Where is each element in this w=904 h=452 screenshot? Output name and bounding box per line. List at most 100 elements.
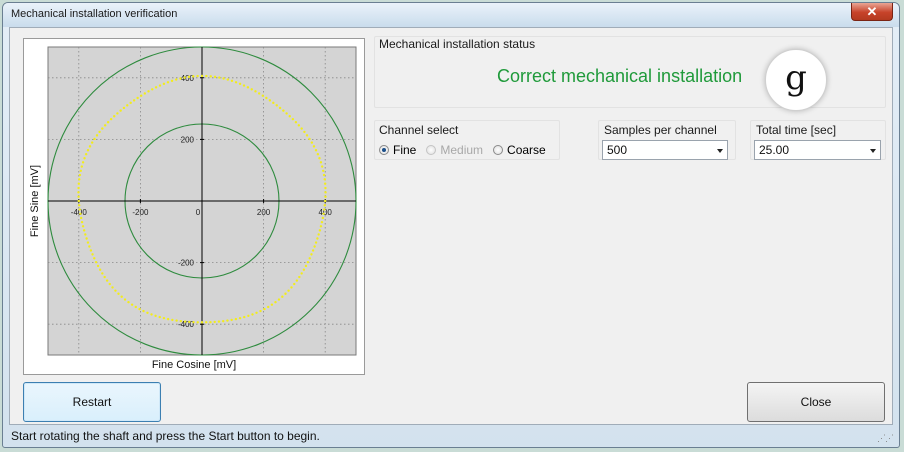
data-point (209, 320, 212, 324)
data-point (294, 121, 298, 124)
data-point (120, 295, 123, 298)
data-point (290, 286, 293, 289)
data-point (310, 253, 313, 256)
data-point (255, 311, 258, 314)
radio-fine-indicator[interactable] (379, 145, 389, 155)
data-point (243, 315, 246, 319)
data-point (230, 79, 234, 83)
window-close-icon[interactable]: ✕ (851, 3, 893, 21)
radio-medium: Medium (426, 143, 483, 157)
data-point (234, 81, 238, 84)
x-axis-title: Fine Cosine [mV] (152, 359, 236, 371)
data-point (257, 92, 261, 95)
total-time-value: 25.00 (759, 143, 790, 157)
data-point (136, 96, 139, 100)
data-point (213, 320, 216, 324)
data-point (314, 149, 318, 152)
data-point (317, 233, 320, 236)
data-point (98, 268, 102, 271)
data-point (174, 78, 178, 81)
data-point (272, 101, 275, 105)
data-point (277, 298, 281, 301)
data-point (297, 124, 301, 127)
data-point (281, 295, 284, 298)
data-point (205, 74, 208, 78)
data-point (81, 161, 85, 164)
data-point (77, 199, 80, 203)
data-point (213, 75, 217, 79)
status-bar: Start rotating the shaft and press the S… (11, 429, 320, 443)
data-point (96, 264, 100, 268)
data-point (88, 145, 92, 148)
data-point (278, 106, 282, 110)
data-point (323, 182, 327, 185)
data-point (324, 195, 327, 198)
data-point (306, 260, 310, 264)
data-point (166, 317, 170, 321)
data-point (111, 286, 114, 289)
restart-button[interactable]: Restart (23, 382, 161, 422)
data-point (200, 74, 204, 78)
data-point (313, 245, 316, 248)
data-point (218, 76, 221, 79)
data-point (129, 101, 132, 105)
data-point (324, 199, 327, 203)
data-point (293, 282, 296, 286)
data-point (324, 186, 327, 190)
data-point (234, 317, 238, 321)
data-point (246, 86, 250, 89)
data-point (122, 106, 126, 110)
data-point (200, 321, 204, 324)
data-point (187, 75, 191, 79)
data-point (77, 191, 80, 194)
radio-coarse[interactable]: Coarse (493, 143, 546, 157)
data-point (300, 127, 303, 130)
data-point (320, 220, 324, 224)
title-bar[interactable]: Mechanical installation verification ✕ (3, 3, 899, 27)
data-point (261, 94, 264, 97)
radio-fine[interactable]: Fine (379, 143, 416, 157)
close-button[interactable]: Close (747, 382, 885, 422)
channel-select-caption: Channel select (379, 123, 459, 137)
data-point (217, 320, 221, 323)
data-point (106, 121, 110, 124)
total-time-select[interactable]: 25.00 (754, 140, 881, 160)
data-point (140, 94, 143, 97)
data-point (323, 204, 327, 207)
data-point (158, 84, 162, 87)
samples-per-channel-select[interactable]: 500 (602, 140, 728, 160)
data-point (324, 191, 327, 194)
data-point (265, 96, 268, 100)
samples-caption: Samples per channel (604, 123, 717, 137)
data-point (162, 316, 166, 320)
data-point (314, 241, 318, 244)
y-tick-label: -200 (178, 259, 195, 268)
data-point (319, 161, 323, 164)
data-point (285, 112, 288, 115)
resize-grip-icon[interactable]: ⋰⋰ (877, 433, 894, 444)
data-point (274, 300, 277, 304)
total-time-caption: Total time [sec] (756, 123, 837, 137)
data-point (105, 279, 109, 282)
data-point (80, 165, 84, 168)
dialog-window: Mechanical installation verification ✕ -… (2, 2, 900, 448)
data-point (196, 321, 199, 324)
data-point (270, 303, 274, 306)
data-point (302, 268, 306, 271)
data-point (221, 319, 225, 323)
chevron-down-icon[interactable] (717, 149, 723, 153)
data-point (196, 74, 199, 78)
data-point (103, 275, 106, 279)
chevron-down-icon[interactable] (870, 149, 876, 153)
data-point (77, 182, 81, 185)
data-point (209, 75, 212, 78)
radio-fine-label: Fine (393, 143, 417, 157)
y-axis-title: Fine Sine [mV] (29, 165, 41, 237)
radio-coarse-indicator[interactable] (493, 145, 504, 155)
data-point (250, 88, 253, 91)
data-point (318, 229, 322, 232)
y-tick-label: 200 (181, 135, 195, 144)
data-point (226, 78, 230, 81)
data-point (79, 216, 83, 220)
samples-value: 500 (607, 143, 628, 157)
